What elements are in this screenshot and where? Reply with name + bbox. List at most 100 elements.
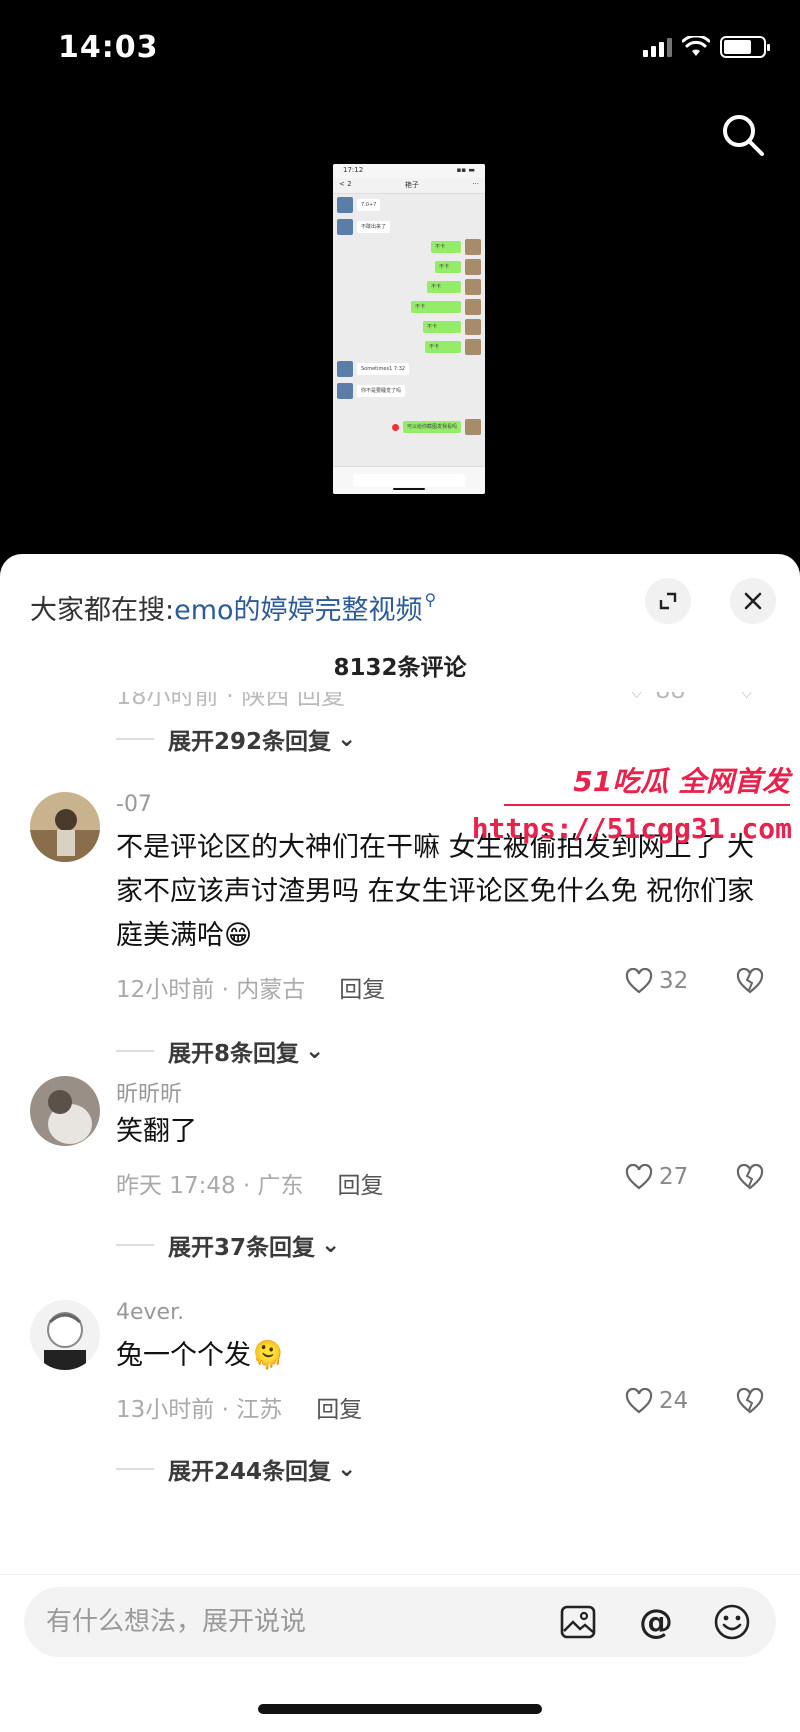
comment-input-bar: @ <box>0 1574 800 1670</box>
like-button[interactable]: 27 <box>625 1164 688 1190</box>
image-button[interactable] <box>558 1602 598 1642</box>
like-count: 32 <box>659 968 689 994</box>
inner-avatar <box>465 339 481 355</box>
comment-text: 笑翻了 <box>116 1116 197 1147</box>
broken-heart-icon <box>736 1163 764 1190</box>
comment-meta: 13小时前 · 江苏 回复 <box>116 1390 362 1424</box>
inner-avatar <box>465 319 481 335</box>
like-button[interactable]: 32 <box>625 968 688 994</box>
inner-avatar <box>465 279 481 295</box>
home-indicator <box>258 1704 542 1714</box>
close-button[interactable] <box>730 578 776 624</box>
inner-msg-in: 你不是要睡觉了吗 <box>337 383 406 399</box>
signal-icon <box>643 37 672 57</box>
dislike-button[interactable] <box>736 967 764 998</box>
comment-time-location: 13小时前 · 江苏 <box>116 1397 283 1423</box>
divider <box>116 1050 154 1052</box>
dislike-button[interactable] <box>736 1387 764 1418</box>
chevron-down-icon: ⌄ <box>321 1232 341 1258</box>
inner-avatar <box>465 299 481 315</box>
like-count: 24 <box>659 1388 689 1414</box>
reply-button[interactable]: 回复 <box>338 1166 384 1200</box>
inner-chat: 7.0+7 不敢出来了 不卡 不卡 不卡 不卡 不卡 不卡 Sometimes1… <box>333 194 485 464</box>
comment-input[interactable] <box>46 1603 526 1641</box>
trending-search[interactable]: 大家都在搜: emo的婷婷完整视频 ⚲ <box>30 588 436 627</box>
expand-replies-button[interactable]: 展开37条回复 ⌄ <box>116 1228 340 1262</box>
inner-bubble: 不卡 <box>427 281 461 293</box>
expand-replies-label: 展开244条回复 <box>168 1459 332 1485</box>
expand-replies-label: 展开37条回复 <box>168 1235 316 1261</box>
comment-time-location: 12小时前 · 内蒙古 <box>116 977 306 1003</box>
search-icon[interactable] <box>718 110 768 160</box>
avatar[interactable] <box>30 792 100 862</box>
partial-like-count: 88 <box>655 692 686 704</box>
expand-replies-label: 展开8条回复 <box>168 1041 300 1067</box>
emoji-button[interactable] <box>712 1602 752 1642</box>
status-icons <box>643 36 770 58</box>
expand-button[interactable] <box>645 578 691 624</box>
expand-replies-button[interactable]: 展开292条回复 ⌄ <box>116 722 356 756</box>
inner-nav: < 2 艳子 ··· <box>333 178 485 194</box>
comment-input-pill: @ <box>24 1587 776 1657</box>
close-icon <box>744 592 762 610</box>
dislike-button[interactable] <box>736 1163 764 1194</box>
inner-msg-in: 7.0+7 <box>337 197 381 213</box>
chevron-down-icon: ⌄ <box>337 726 357 752</box>
comment-sheet: 大家都在搜: emo的婷婷完整视频 ⚲ 8132条评论 18小时前 · 陕西 回… <box>0 554 800 1732</box>
expand-replies-label: 展开292条回复 <box>168 729 332 755</box>
like-button[interactable]: 24 <box>625 1388 688 1414</box>
status-time: 14:03 <box>58 30 159 65</box>
watermark-line <box>504 804 790 806</box>
avatar[interactable] <box>30 1076 100 1146</box>
divider <box>116 1244 154 1246</box>
inner-msg-out: 不卡 <box>425 339 481 355</box>
trending-prefix: 大家都在搜: <box>30 595 175 626</box>
trending-term[interactable]: emo的婷婷完整视频 <box>174 588 422 627</box>
comment-text: 兔一个个发🫠 <box>116 1340 285 1371</box>
inner-time: 17:12 <box>343 166 364 174</box>
inner-msg-out: 不卡 <box>427 279 481 295</box>
inner-bubble: 不卡 <box>435 261 461 273</box>
inner-signal-icon: ▪▪ ▬ <box>456 166 475 174</box>
expand-replies-button[interactable]: 展开244条回复 ⌄ <box>116 1452 356 1486</box>
expand-replies-button[interactable]: 展开8条回复 ⌄ <box>116 1034 324 1068</box>
inner-bubble: 你不是要睡觉了吗 <box>357 385 406 397</box>
inner-avatar <box>465 259 481 275</box>
inner-msg-out: 不卡 <box>431 239 481 255</box>
heart-icon <box>625 968 653 994</box>
inner-bubble: 不卡 <box>425 341 461 353</box>
video-frame[interactable]: 17:12 ▪▪ ▬ < 2 艳子 ··· 7.0+7 不敢出来了 不卡 不卡 … <box>333 164 485 494</box>
inner-avatar <box>337 219 353 235</box>
reply-button[interactable]: 回复 <box>339 970 385 1004</box>
inner-bubble: 不卡 <box>411 301 461 313</box>
comment-username[interactable]: 4ever. <box>116 1300 184 1325</box>
partial-comment-row: 18小时前 · 陕西 回复 ♡ 88 ♡ <box>116 692 766 706</box>
inner-avatar <box>465 239 481 255</box>
inner-bubble: 7.0+7 <box>357 199 381 211</box>
inner-back: < 2 <box>339 180 352 188</box>
avatar[interactable] <box>30 1300 100 1370</box>
trending-search-icon: ⚲ <box>424 590 437 609</box>
inner-avatar <box>337 361 353 377</box>
inner-msg-in: 不敢出来了 <box>337 219 391 235</box>
inner-msg-out: 可以给你截图发我看吗 <box>391 419 481 435</box>
reply-button[interactable]: 回复 <box>316 1390 362 1424</box>
divider <box>116 738 154 740</box>
smiley-icon <box>714 1604 750 1640</box>
mention-button[interactable]: @ <box>636 1602 676 1642</box>
avatar-image <box>30 1076 100 1146</box>
comment-username[interactable]: 昕昕昕 <box>116 1076 182 1108</box>
avatar-image <box>30 792 100 862</box>
divider <box>116 1468 154 1470</box>
expand-icon <box>659 592 677 610</box>
comment-username[interactable]: -07 <box>116 792 152 817</box>
inner-home-indicator <box>393 488 425 490</box>
inner-bubble: 不卡 <box>431 241 461 253</box>
comment-meta: 昨天 17:48 · 广东 回复 <box>116 1166 384 1200</box>
comment-time-location: 昨天 17:48 · 广东 <box>116 1173 304 1199</box>
watermark: 51吃瓜 全网首发 https://51cgg31.com <box>472 760 800 870</box>
avatar-image <box>30 1300 100 1370</box>
inner-more-icon: ··· <box>472 180 479 188</box>
inner-msg-in: Sometimes1 7:32 <box>337 361 410 377</box>
like-count: 27 <box>659 1164 689 1190</box>
